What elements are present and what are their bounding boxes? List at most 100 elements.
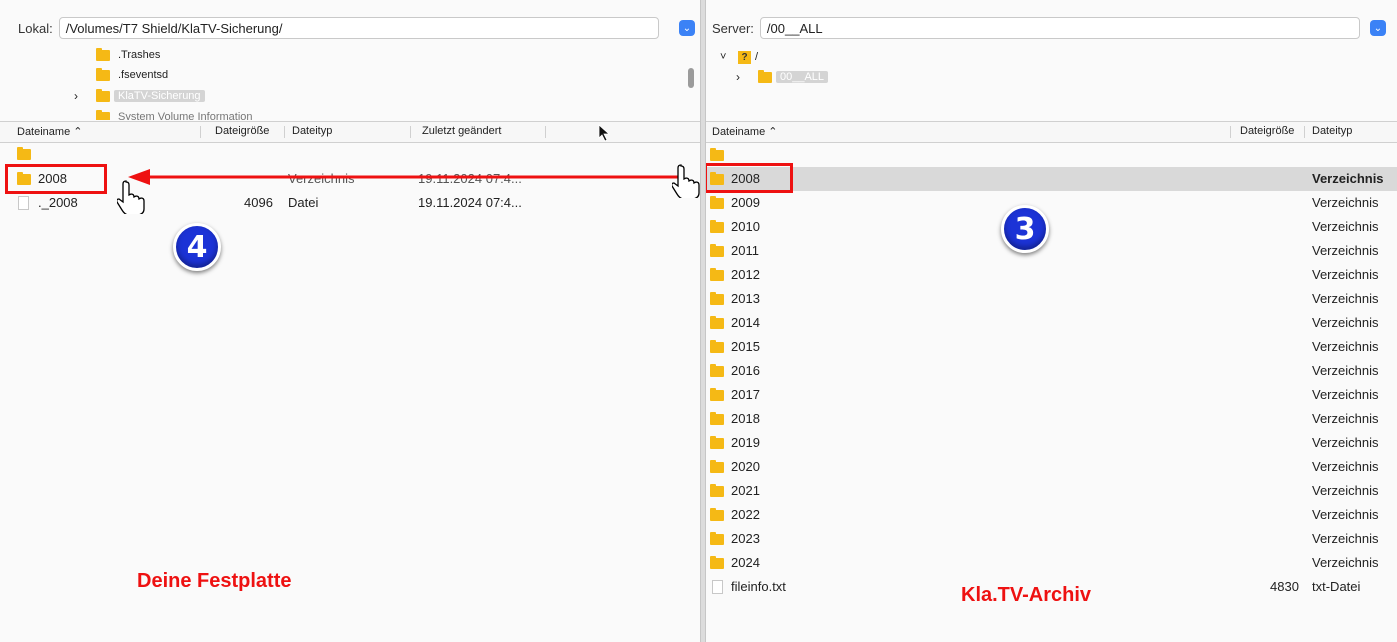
folder-icon bbox=[96, 47, 110, 61]
folder-icon bbox=[710, 364, 724, 377]
local-path-input[interactable]: /Volumes/T7 Shield/KlaTV-Sicherung/ bbox=[58, 17, 659, 39]
list-item-2011[interactable]: 2011 Verzeichnis bbox=[706, 239, 1397, 263]
column-name-header[interactable]: Dateiname ⌃ bbox=[712, 125, 777, 138]
tree-item-trashes[interactable]: .Trashes bbox=[96, 46, 160, 64]
list-item-parent[interactable] bbox=[706, 143, 1397, 167]
file-name: 2011 bbox=[731, 243, 759, 258]
folder-icon bbox=[758, 69, 772, 83]
tree-item-label: .fseventsd bbox=[118, 69, 169, 81]
file-name: 2019 bbox=[731, 435, 760, 450]
file-type: Verzeichnis bbox=[1312, 171, 1384, 186]
sort-ascending-icon: ⌃ bbox=[73, 126, 83, 138]
tree-item-fseventsd[interactable]: .fseventsd bbox=[96, 66, 168, 84]
tree-item-label: KlaTV-Sicherung bbox=[114, 90, 205, 102]
file-name: 2012 bbox=[731, 267, 760, 282]
local-path-dropdown-button[interactable]: ⌄ bbox=[679, 20, 695, 36]
column-type-header[interactable]: Dateityp bbox=[292, 125, 332, 137]
column-separator bbox=[200, 126, 201, 138]
file-icon bbox=[18, 196, 29, 210]
local-path-value: /Volumes/T7 Shield/KlaTV-Sicherung/ bbox=[65, 20, 283, 36]
folder-icon bbox=[96, 67, 110, 81]
list-item-2021[interactable]: 2021 Verzeichnis bbox=[706, 479, 1397, 503]
cursor-arrow-icon bbox=[598, 124, 611, 142]
collapse-chevron-icon[interactable]: ˅ bbox=[720, 51, 738, 63]
folder-icon bbox=[710, 244, 724, 257]
folder-icon bbox=[710, 484, 724, 497]
file-type: Verzeichnis bbox=[1312, 507, 1379, 522]
file-type: Verzeichnis bbox=[1312, 411, 1379, 426]
tree-item-label: System Volume Information bbox=[118, 111, 253, 120]
tree-item-root[interactable]: ˅ ? / bbox=[720, 48, 758, 66]
highlight-box-local-2008 bbox=[5, 164, 107, 194]
tree-item-label: .Trashes bbox=[118, 49, 161, 61]
file-name: 2022 bbox=[731, 507, 760, 522]
column-size-header[interactable]: Dateigröße bbox=[1240, 125, 1294, 137]
list-item-2014[interactable]: 2014 Verzeichnis bbox=[706, 311, 1397, 335]
list-item-2024[interactable]: 2024 Verzeichnis bbox=[706, 551, 1397, 575]
list-item-2016[interactable]: 2016 Verzeichnis bbox=[706, 359, 1397, 383]
list-item-2019[interactable]: 2019 Verzeichnis bbox=[706, 431, 1397, 455]
folder-icon bbox=[710, 268, 724, 281]
list-item-2022[interactable]: 2022 Verzeichnis bbox=[706, 503, 1397, 527]
folder-icon bbox=[710, 292, 724, 305]
file-type: Verzeichnis bbox=[1312, 387, 1379, 402]
file-type: Verzeichnis bbox=[1312, 459, 1379, 474]
list-item-dot-2008[interactable]: ._2008 4096 Datei 19.11.2024 07:4... bbox=[0, 191, 700, 215]
list-item-2023[interactable]: 2023 Verzeichnis bbox=[706, 527, 1397, 551]
server-path-dropdown-button[interactable]: ⌄ bbox=[1370, 20, 1386, 36]
tree-scrollbar-thumb[interactable] bbox=[688, 68, 694, 88]
list-item-2017[interactable]: 2017 Verzeichnis bbox=[706, 383, 1397, 407]
file-name: 2016 bbox=[731, 363, 760, 378]
drag-arrow-annotation bbox=[128, 169, 680, 185]
folder-icon bbox=[710, 412, 724, 425]
column-separator bbox=[545, 126, 546, 138]
folder-icon bbox=[17, 147, 31, 160]
file-type: Datei bbox=[288, 195, 319, 210]
list-item-2010[interactable]: 2010 Verzeichnis bbox=[706, 215, 1397, 239]
column-separator bbox=[1304, 126, 1305, 138]
folder-icon bbox=[710, 508, 724, 521]
file-name: 2010 bbox=[731, 219, 760, 234]
list-item-2009[interactable]: 2009 Verzeichnis bbox=[706, 191, 1397, 215]
file-name: 2009 bbox=[731, 195, 760, 210]
file-name: 2015 bbox=[731, 339, 760, 354]
server-pane: Server: /00__ALL ⌄ ˅ ? / › 00__ALL Datei… bbox=[706, 0, 1397, 642]
file-type: Verzeichnis bbox=[1312, 435, 1379, 450]
column-name-header[interactable]: Dateiname ⌃ bbox=[17, 125, 82, 138]
highlight-box-server-2008 bbox=[706, 163, 793, 193]
server-path-input[interactable]: /00__ALL bbox=[759, 17, 1360, 39]
server-path-value: /00__ALL bbox=[766, 20, 823, 36]
sort-ascending-icon: ⌃ bbox=[768, 126, 778, 138]
list-item-2013[interactable]: 2013 Verzeichnis bbox=[706, 287, 1397, 311]
expand-chevron-icon[interactable]: › bbox=[74, 89, 96, 103]
expand-chevron-icon[interactable]: › bbox=[736, 70, 758, 84]
file-modified: 19.11.2024 07:4... bbox=[418, 195, 522, 210]
file-name: 2024 bbox=[731, 555, 760, 570]
tree-item-klatv-sicherung[interactable]: › KlaTV-Sicherung bbox=[74, 87, 205, 105]
file-type: Verzeichnis bbox=[1312, 219, 1379, 234]
file-name: 2021 bbox=[731, 483, 760, 498]
folder-icon bbox=[710, 196, 724, 209]
folder-icon bbox=[710, 148, 724, 161]
tree-item-00-all[interactable]: › 00__ALL bbox=[736, 68, 829, 86]
column-modified-header[interactable]: Zuletzt geändert bbox=[422, 125, 502, 137]
list-item-2008[interactable]: 2008 Verzeichnis bbox=[706, 167, 1397, 191]
unknown-folder-icon: ? bbox=[738, 50, 751, 64]
server-path-bar: Server: /00__ALL bbox=[712, 14, 1360, 42]
file-type: Verzeichnis bbox=[1312, 483, 1379, 498]
file-name: ._2008 bbox=[38, 195, 78, 210]
list-item-2020[interactable]: 2020 Verzeichnis bbox=[706, 455, 1397, 479]
column-size-header[interactable]: Dateigröße bbox=[215, 125, 269, 137]
list-item-2012[interactable]: 2012 Verzeichnis bbox=[706, 263, 1397, 287]
tree-item-label: / bbox=[755, 51, 759, 63]
local-directory-tree: .Trashes .fseventsd › KlaTV-Sicherung Sy… bbox=[0, 44, 700, 120]
file-type: Verzeichnis bbox=[1312, 363, 1379, 378]
list-item-2018[interactable]: 2018 Verzeichnis bbox=[706, 407, 1397, 431]
column-type-header[interactable]: Dateityp bbox=[1312, 125, 1352, 137]
file-name: 2018 bbox=[731, 411, 760, 426]
list-item-2015[interactable]: 2015 Verzeichnis bbox=[706, 335, 1397, 359]
file-name: 2017 bbox=[731, 387, 760, 402]
tree-item-system-volume-information[interactable]: System Volume Information bbox=[96, 108, 253, 120]
local-column-header: Dateiname ⌃ Dateigröße Dateityp Zuletzt … bbox=[0, 121, 700, 143]
folder-icon bbox=[710, 460, 724, 473]
